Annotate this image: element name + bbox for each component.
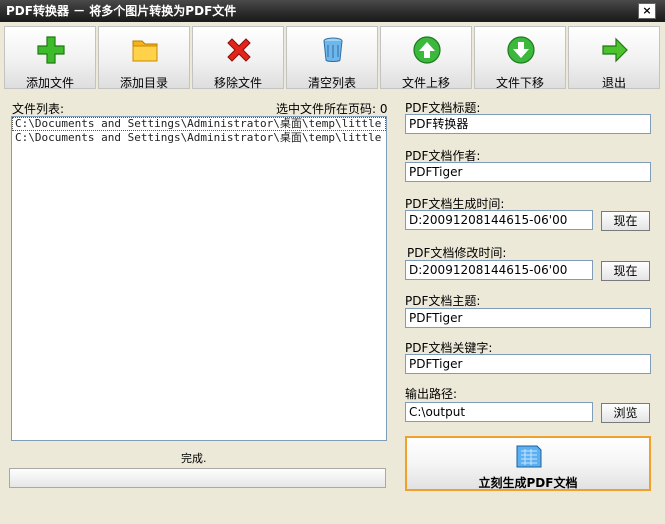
app-window: PDF转换器 － 将多个图片转换为PDF文件 × 添加文件 添加目录 移除文件 [0, 0, 665, 524]
exit-button[interactable]: 退出 [568, 26, 660, 90]
window-title: PDF转换器 － 将多个图片转换为PDF文件 [6, 4, 237, 18]
move-down-button[interactable]: 文件下移 [474, 26, 566, 90]
title-bar[interactable]: PDF转换器 － 将多个图片转换为PDF文件 × [0, 0, 665, 22]
folder-icon [132, 40, 158, 62]
file-list-label: 文件列表: [12, 102, 65, 116]
doc-subject-label: PDF文档主题: [405, 294, 481, 308]
move-up-button[interactable]: 文件上移 [380, 26, 472, 90]
doc-author-field[interactable]: PDFTiger [405, 162, 651, 182]
remove-file-label: 移除文件 [213, 76, 262, 90]
progress-bar [9, 468, 386, 488]
arrow-right-icon [602, 37, 628, 63]
list-item[interactable]: C:\Documents and Settings\Administrator\… [12, 117, 386, 131]
created-time-field[interactable]: D:20091208144615-06'00 [405, 210, 593, 230]
modified-now-button[interactable]: 现在 [601, 261, 650, 281]
move-up-label: 文件上移 [401, 76, 450, 90]
status-text: 完成. [181, 452, 207, 465]
toolbar: 添加文件 添加目录 移除文件 清空列表 文件上移 文件下移 退出 [4, 26, 661, 90]
document-grid-icon [516, 445, 542, 468]
exit-label: 退出 [601, 76, 626, 90]
clear-list-button[interactable]: 清空列表 [286, 26, 378, 90]
add-folder-button[interactable]: 添加目录 [98, 26, 190, 90]
doc-keywords-field[interactable]: PDFTiger [405, 354, 651, 374]
add-folder-label: 添加目录 [119, 76, 168, 90]
arrow-up-icon [413, 36, 441, 64]
created-now-button[interactable]: 现在 [601, 211, 650, 231]
move-down-label: 文件下移 [495, 76, 544, 90]
generate-pdf-button[interactable]: 立刻生成PDF文档 [405, 436, 651, 491]
add-file-label: 添加文件 [25, 76, 74, 90]
remove-file-button[interactable]: 移除文件 [192, 26, 284, 90]
browse-button[interactable]: 浏览 [601, 403, 650, 423]
selected-page-label: 选中文件所在页码: 0 [276, 102, 388, 116]
doc-subject-field[interactable]: PDFTiger [405, 308, 651, 328]
clear-list-label: 清空列表 [307, 76, 356, 90]
close-button[interactable]: × [638, 3, 656, 19]
doc-title-field[interactable]: PDF转换器 [405, 114, 651, 134]
generate-pdf-label: 立刻生成PDF文档 [478, 476, 578, 490]
file-list[interactable]: C:\Documents and Settings\Administrator\… [11, 116, 387, 441]
modified-time-label: PDF文档修改时间: [407, 246, 507, 260]
remove-x-icon [227, 38, 251, 62]
arrow-down-icon [507, 36, 535, 64]
plus-icon [37, 36, 65, 64]
modified-time-field[interactable]: D:20091208144615-06'00 [405, 260, 593, 280]
output-path-field[interactable]: C:\output [405, 402, 593, 422]
list-item[interactable]: C:\Documents and Settings\Administrator\… [12, 131, 386, 145]
trash-icon [323, 37, 343, 62]
output-path-label: 输出路径: [405, 387, 458, 401]
add-file-button[interactable]: 添加文件 [4, 26, 96, 90]
